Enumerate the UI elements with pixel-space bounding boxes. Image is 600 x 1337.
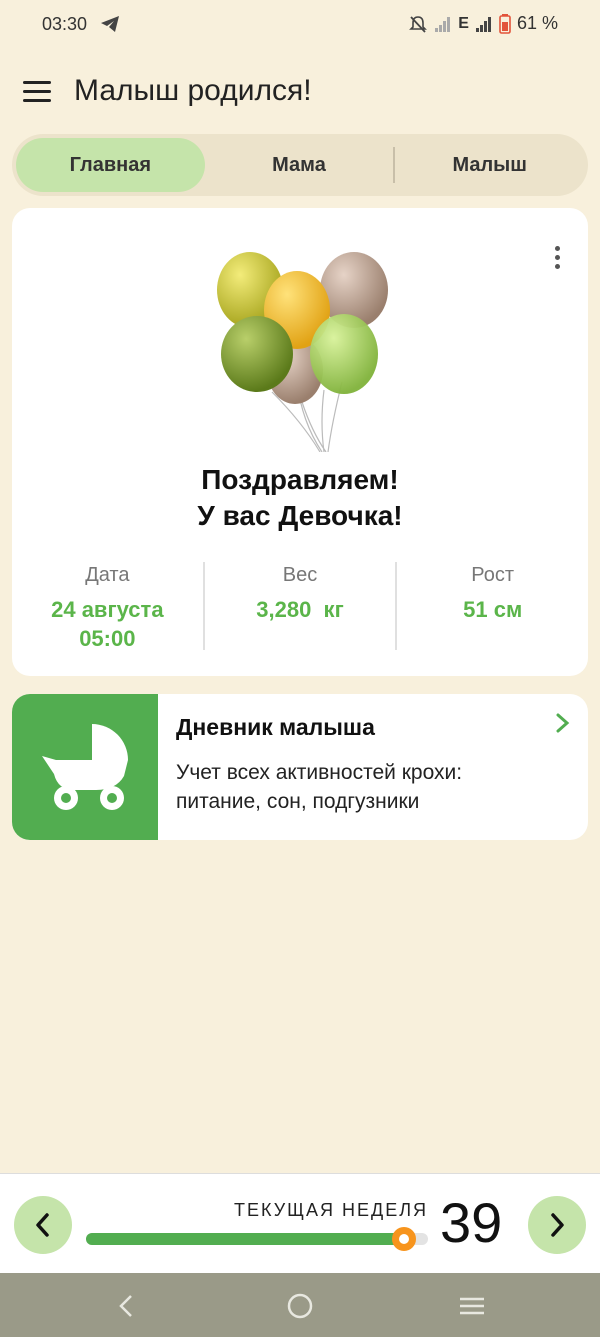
status-indicators: E 61 % [408, 13, 558, 34]
signal-icon [435, 16, 451, 32]
status-bar: 03:30 E 61 % [0, 0, 600, 50]
telegram-icon [101, 16, 119, 32]
tab-home[interactable]: Главная [16, 138, 205, 192]
current-week-bar: ТЕКУЩАЯ НЕДЕЛЯ 39 [0, 1173, 600, 1273]
diary-title: Дневник малыша [176, 714, 375, 740]
birth-summary-card: Поздравляем! У вас Девочка! Дата 24 авгу… [12, 208, 588, 676]
stat-value: 24 августа 05:00 [12, 595, 203, 653]
network-type: E [458, 14, 469, 32]
next-week-button[interactable] [528, 1196, 586, 1254]
battery-level: 61 % [516, 13, 558, 33]
stat-value: 51 см [463, 597, 523, 622]
battery-icon [499, 13, 511, 34]
hamburger-menu-icon[interactable] [18, 72, 56, 110]
mute-icon [409, 15, 428, 33]
app-bar: Малыш родился! [0, 58, 600, 128]
current-week-number: 39 [440, 1191, 503, 1254]
stat-value: 3,280 кг [256, 597, 344, 622]
signal-icon [475, 16, 491, 32]
page-title: Малыш родился! [74, 74, 312, 107]
chevron-right-icon [551, 1213, 564, 1237]
back-icon[interactable] [112, 1291, 142, 1321]
stat-weight: Вес 3,280 кг [205, 562, 396, 654]
congrats-line-2: У вас Девочка! [197, 500, 403, 531]
stat-value-line: 05:00 [79, 626, 136, 651]
tab-mom[interactable]: Мама [205, 138, 394, 192]
recent-apps-icon[interactable] [457, 1291, 487, 1321]
birth-stats: Дата 24 августа 05:00 Вес 3,280 кг Рост … [12, 562, 588, 654]
status-time: 03:30 [42, 14, 88, 34]
balloons-image [217, 252, 388, 452]
week-slider-thumb[interactable] [392, 1227, 417, 1251]
more-vertical-icon[interactable] [550, 246, 564, 276]
chevron-right-icon [556, 713, 570, 733]
tab-baby[interactable]: Малыш [395, 138, 584, 192]
stat-label: Рост [471, 564, 515, 586]
system-navigation-bar [0, 1273, 600, 1337]
main-tabs: Главная Мама Малыш [12, 134, 588, 196]
stat-label: Дата [85, 564, 130, 586]
congrats-line-1: Поздравляем! [201, 464, 399, 495]
previous-week-button[interactable] [14, 1196, 72, 1254]
stroller-icon [42, 724, 128, 810]
home-icon[interactable] [285, 1291, 315, 1321]
chevron-left-icon [36, 1213, 49, 1237]
stat-value-line: 24 августа [51, 597, 164, 622]
congratulations-text: Поздравляем! У вас Девочка! [12, 462, 588, 534]
diary-icon-box [12, 694, 158, 840]
current-week-label: ТЕКУЩАЯ НЕДЕЛЯ [234, 1200, 429, 1220]
stat-label: Вес [282, 564, 318, 586]
baby-diary-card[interactable]: Дневник малыша Учет всех активностей кро… [12, 694, 588, 840]
diary-description: Учет всех активностей крохи: питание, со… [176, 761, 463, 813]
stat-height: Рост 51 см [397, 562, 588, 654]
week-progress-slider[interactable] [86, 1227, 428, 1251]
stat-date: Дата 24 августа 05:00 [12, 562, 203, 654]
week-progress-fill [86, 1233, 405, 1245]
